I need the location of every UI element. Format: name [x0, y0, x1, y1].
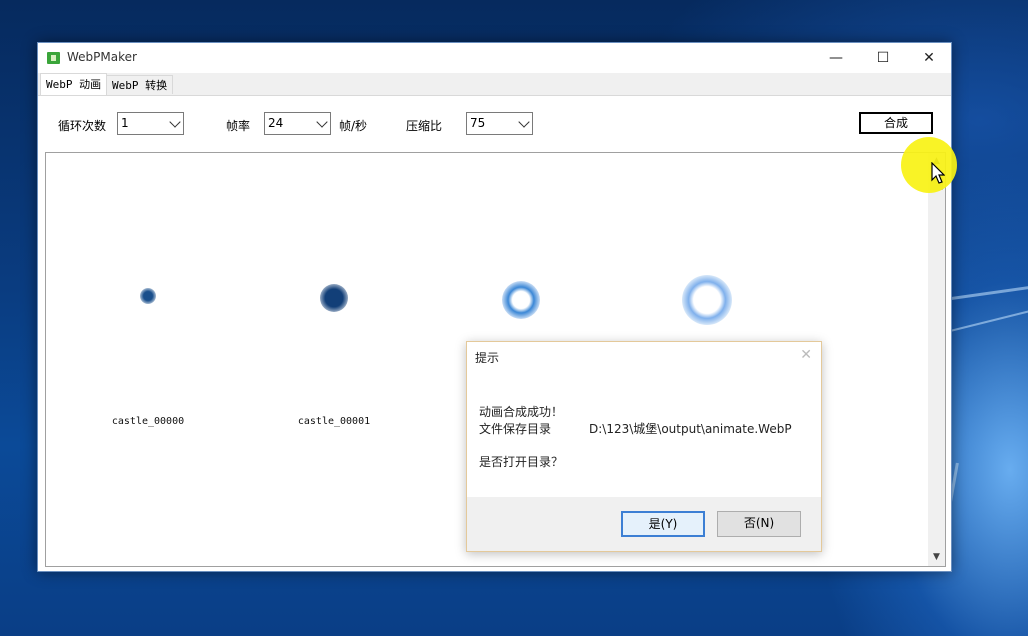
tab-webp-animation[interactable]: WebP 动画: [40, 73, 108, 95]
mouse-pointer-icon: [931, 162, 945, 184]
compression-select[interactable]: 75: [466, 112, 533, 135]
scroll-down-arrow-icon[interactable]: ▼: [928, 549, 945, 566]
tab-strip: WebP 动画 WebP 转换: [38, 73, 951, 96]
frame-rate-label: 帧率: [226, 119, 251, 133]
title-bar: WebPMaker — ☐ ✕: [38, 43, 951, 73]
vertical-scrollbar[interactable]: ▲ ▼: [928, 153, 945, 566]
loop-count-label: 循环次数: [58, 119, 107, 133]
dialog-folder-path: D:\123\城堡\output\animate.WebP: [589, 422, 792, 436]
dialog-title: 提示: [475, 351, 500, 365]
maximize-button[interactable]: ☐: [860, 43, 906, 73]
settings-toolbar: 循环次数 1 帧率 24 帧/秒 压缩比 75 合成: [38, 96, 951, 148]
minimize-button[interactable]: —: [813, 43, 859, 73]
frame-label: castle_00001: [297, 416, 371, 427]
window-title: WebPMaker: [67, 50, 137, 64]
message-dialog: 提示 ✕ 动画合成成功！ 文件保存目录 D:\123\城堡\output\ani…: [466, 341, 822, 552]
loop-count-value: 1: [121, 116, 129, 130]
dialog-question: 是否打开目录？: [479, 455, 564, 469]
merge-button[interactable]: 合成: [859, 112, 933, 134]
chevron-down-icon: [316, 116, 328, 128]
app-icon: [47, 52, 60, 64]
yes-button[interactable]: 是(Y): [621, 511, 705, 537]
no-button[interactable]: 否(N): [717, 511, 801, 537]
dialog-folder-label: 文件保存目录: [479, 422, 552, 436]
frame-image: [682, 275, 732, 325]
loop-count-select[interactable]: 1: [117, 112, 184, 135]
frame-image: [140, 288, 156, 304]
frame-rate-value: 24: [268, 116, 284, 130]
close-button[interactable]: ✕: [906, 43, 952, 73]
chevron-down-icon: [169, 116, 181, 128]
chevron-down-icon: [518, 116, 530, 128]
cursor-highlight: [901, 137, 957, 193]
dialog-footer: 是(Y) 否(N): [467, 497, 821, 551]
dialog-close-icon[interactable]: ✕: [800, 347, 812, 363]
frame-thumbnail[interactable]: castle_00001: [244, 153, 424, 443]
compression-value: 75: [470, 116, 486, 130]
frame-image: [502, 281, 540, 319]
tab-webp-convert[interactable]: WebP 转换: [106, 75, 174, 94]
frame-thumbnail[interactable]: castle_00000: [58, 153, 238, 443]
frame-rate-select[interactable]: 24: [264, 112, 331, 135]
frame-rate-unit: 帧/秒: [339, 119, 368, 133]
frame-label: castle_00000: [111, 416, 185, 427]
compression-label: 压缩比: [406, 119, 443, 133]
dialog-message: 动画合成成功！: [479, 405, 564, 419]
frame-image: [320, 284, 348, 312]
